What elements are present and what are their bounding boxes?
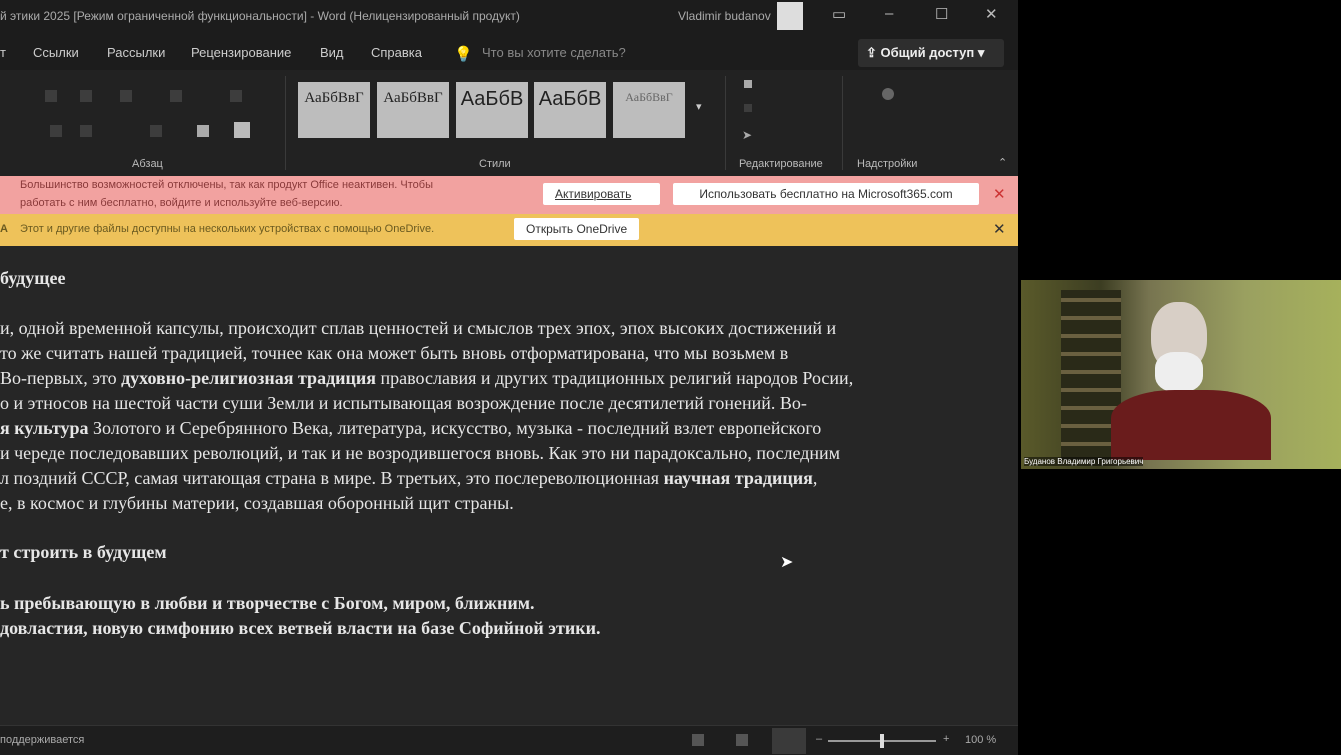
zoom-in-button[interactable]: + [943, 733, 949, 745]
bullets-icon[interactable] [45, 90, 57, 102]
minimize-button[interactable]: – [885, 5, 893, 22]
select-icon[interactable]: ➤ [742, 128, 752, 142]
user-name[interactable]: Vladimir budanov [678, 9, 771, 23]
person-video [1111, 302, 1271, 460]
banner-text: работать с ним бесплатно, войдите и испо… [20, 197, 343, 209]
close-banner-icon[interactable]: ✕ [993, 220, 1006, 238]
group-styles: Стили [479, 158, 511, 170]
heading: т строить в будущем [0, 542, 167, 562]
style-heading1[interactable]: АаБбВ [456, 82, 528, 138]
text: православия и других традиционных религи… [376, 368, 854, 388]
text: о и этносов на шестой части суши Земли и… [0, 393, 807, 413]
find-icon[interactable] [744, 80, 752, 88]
close-banner-icon[interactable]: ✕ [993, 185, 1006, 203]
banner-prefix: A [0, 223, 8, 235]
share-label: Общий доступ [880, 45, 975, 60]
video-tile: Буданов Владимир Григорьевич [1021, 280, 1341, 469]
ribbon-display-icon[interactable]: ▭ [832, 5, 846, 23]
styles-more-icon[interactable]: ▾ [696, 100, 702, 113]
text: и, одной временной капсулы, происходит с… [0, 318, 837, 338]
banner-text: Большинство возможностей отключены, так … [20, 179, 433, 191]
mouse-cursor-icon: ➤ [780, 554, 794, 571]
share-icon: ⇪ [866, 45, 881, 60]
multilevel-icon[interactable] [120, 90, 132, 102]
read-mode-icon[interactable] [692, 734, 704, 746]
status-text: поддерживается [0, 734, 85, 746]
numbering-icon[interactable] [80, 90, 92, 102]
sort-icon[interactable] [230, 90, 242, 102]
group-editing: Редактирование [739, 158, 823, 170]
replace-icon[interactable] [744, 104, 752, 112]
shading-icon[interactable] [197, 125, 209, 137]
style-title[interactable]: АаБбВвГ [613, 82, 685, 138]
heading: будущее [0, 268, 66, 288]
status-bar: поддерживается – + 100 % [0, 725, 1018, 755]
bold-text: духовно-религиозная традиция [121, 368, 377, 388]
zoom-slider[interactable] [828, 734, 936, 748]
title-bar: й этики 2025 [Режим ограниченной функцио… [0, 0, 1018, 34]
tell-me-search[interactable]: Что вы хотите сделать? [482, 45, 626, 60]
window-title: й этики 2025 [Режим ограниченной функцио… [0, 9, 520, 23]
avatar[interactable] [777, 2, 803, 30]
onedrive-banner: A Этот и другие файлы доступны на нескол… [0, 214, 1018, 246]
paragraph-line: то же считать нашей традицией, точнее ка… [0, 343, 788, 364]
style-no-spacing[interactable]: АаБбВвГ [377, 82, 449, 138]
bold-text: научная традиция [663, 468, 813, 488]
text: то же считать нашей традицией, точнее ка… [0, 343, 789, 363]
share-button[interactable]: ⇪ Общий доступ ▾ [858, 39, 1004, 67]
style-normal[interactable]: АаБбВвГ [298, 82, 370, 138]
zoom-out-button[interactable]: – [816, 733, 822, 745]
text: , [812, 468, 818, 488]
align-center-icon[interactable] [80, 125, 92, 137]
web-layout-icon[interactable] [772, 728, 806, 754]
tab-references[interactable]: Ссылки [33, 45, 79, 60]
tab-layout[interactable]: т [0, 45, 6, 60]
paragraph-line: и, одной временной капсулы, происходит с… [0, 318, 836, 339]
align-left-icon[interactable] [50, 125, 62, 137]
print-layout-icon[interactable] [736, 734, 748, 746]
paragraph-line: и череде последовавших революций, и так … [0, 443, 840, 464]
use-free-button[interactable]: Использовать бесплатно на Microsoft365.c… [673, 183, 979, 205]
text: и череде последовавших революций, и так … [0, 443, 841, 463]
paragraph-line: о и этносов на шестой части суши Земли и… [0, 393, 807, 414]
ribbon: АаБбВвГ АаБбВвГ АаБбВ АаБбВ АаБбВвГ ▾ ➤ … [0, 70, 1018, 176]
text: Во-первых, это [0, 368, 122, 388]
group-addins: Надстройки [857, 158, 918, 170]
paragraph-line: Во-первых, это духовно-религиозная тради… [0, 368, 853, 389]
zoom-level[interactable]: 100 % [965, 734, 996, 746]
paragraph-line: я культура Золотого и Серебрянного Века,… [0, 418, 821, 439]
tab-review[interactable]: Рецензирование [191, 45, 291, 60]
zoom-slider-thumb[interactable] [880, 734, 884, 748]
paragraph-bold: довластия, новую симфонию всех ветвей вл… [0, 618, 601, 638]
document-body[interactable]: будущее и, одной временной капсулы, прои… [0, 246, 1018, 725]
participant-name: Буданов Владимир Григорьевич [1024, 457, 1144, 466]
tab-view[interactable]: Вид [320, 45, 344, 60]
line-spacing-icon[interactable] [150, 125, 162, 137]
text: е, в космос и глубины материи, создавшая… [0, 493, 514, 513]
group-paragraph: Абзац [132, 158, 163, 170]
tab-help[interactable]: Справка [371, 45, 422, 60]
maximize-button[interactable]: ☐ [935, 5, 948, 23]
word-window: й этики 2025 [Режим ограниченной функцио… [0, 0, 1018, 755]
banner-text: Этот и другие файлы доступны на нескольк… [20, 223, 435, 235]
borders-icon[interactable] [234, 122, 250, 138]
collapse-ribbon-icon[interactable]: ⌃ [998, 156, 1007, 169]
paragraph-line: е, в космос и глубины материи, создавшая… [0, 493, 514, 514]
lightbulb-icon: 💡 [454, 46, 473, 63]
activation-banner: Большинство возможностей отключены, так … [0, 176, 1018, 214]
text: Золотого и Серебрянного Века, литература… [88, 418, 822, 438]
activate-button[interactable]: Активировать [543, 183, 660, 205]
bold-text: я культура [0, 418, 89, 438]
open-onedrive-button[interactable]: Открыть OneDrive [514, 218, 640, 240]
style-heading2[interactable]: АаБбВ [534, 82, 606, 138]
tab-mailings[interactable]: Рассылки [107, 45, 165, 60]
addins-icon[interactable] [882, 88, 894, 100]
text: л поздний СССР, самая читающая страна в … [0, 468, 664, 488]
paragraph-line: л поздний СССР, самая читающая страна в … [0, 468, 817, 489]
paragraph-bold: ь пребывающую в любви и творчестве с Бог… [0, 593, 535, 613]
indent-icon[interactable] [170, 90, 182, 102]
close-button[interactable]: ✕ [985, 5, 998, 23]
